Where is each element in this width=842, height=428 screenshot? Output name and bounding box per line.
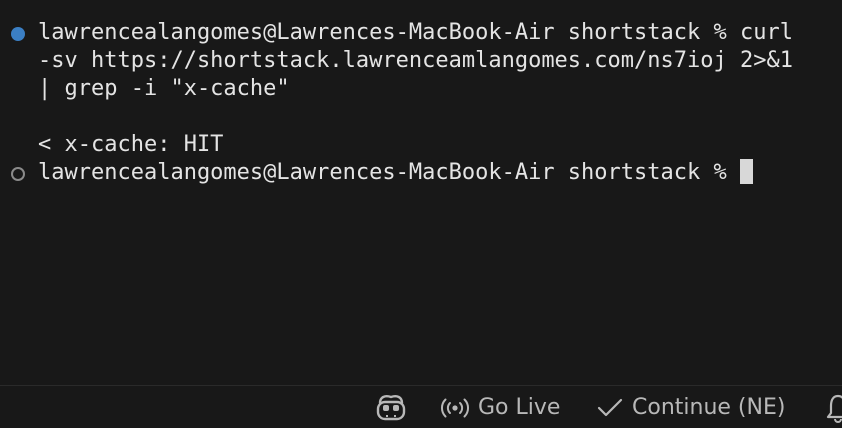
continue-label: Continue (NE) [632,395,786,420]
terminal-line-2: -sv https://shortstack.lawrenceamlangome… [38,48,793,73]
go-live-button[interactable]: Go Live [440,386,560,428]
prompt-idle-marker-icon[interactable] [11,167,25,181]
terminal-prompt-line: lawrencealangomes@Lawrences-MacBook-Air … [38,159,753,187]
go-live-label: Go Live [478,395,561,420]
copilot-status-button[interactable] [374,386,408,428]
command-success-marker-icon[interactable] [11,27,25,41]
check-icon [596,396,624,420]
terminal-panel[interactable]: lawrencealangomes@Lawrences-MacBook-Air … [0,0,842,385]
terminal-line-3: | grep -i "x-cache" [38,76,290,101]
terminal-output-line: < x-cache: HIT [38,132,224,157]
continue-status-button[interactable]: Continue (NE) [596,386,785,428]
bell-icon [826,393,842,423]
notifications-button[interactable] [826,386,842,428]
status-bar: Go Live Continue (NE) [0,385,842,428]
terminal-line-1: lawrencealangomes@Lawrences-MacBook-Air … [38,20,793,45]
broadcast-icon [440,396,470,420]
terminal-cursor [740,159,753,184]
terminal-prompt-text: lawrencealangomes@Lawrences-MacBook-Air … [38,160,740,185]
copilot-icon [374,393,408,423]
